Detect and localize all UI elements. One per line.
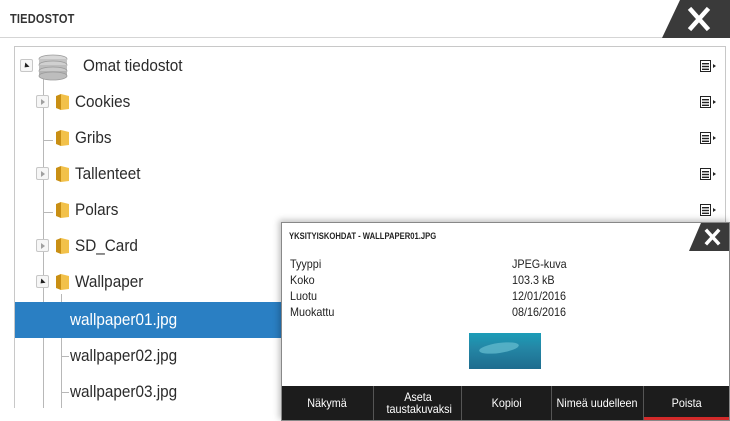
dialog-button-bar: Näkymä Aseta taustakuvaksi Kopioi Nimeä …: [282, 386, 729, 420]
expand-toggle[interactable]: [36, 167, 49, 180]
tree-item-root[interactable]: Omat tiedostot: [15, 48, 725, 84]
dialog-title: YKSITYISKOHDAT - WALLPAPER01.JPG: [289, 231, 437, 241]
folder-icon: [56, 94, 69, 110]
folder-icon: [56, 166, 69, 182]
button-label: Poista: [671, 396, 702, 410]
tree-item-label: Tallenteet: [75, 164, 141, 183]
folder-icon: [56, 238, 69, 254]
context-menu-icon[interactable]: [700, 60, 717, 72]
collapse-toggle[interactable]: [20, 59, 33, 72]
title-bar: TIEDOSTOT: [0, 0, 730, 38]
tree-item-cookies[interactable]: Cookies: [15, 84, 725, 120]
detail-row: Tyyppi JPEG-kuva: [290, 257, 720, 273]
delete-button[interactable]: Poista: [644, 386, 729, 420]
detail-row: Muokattu 08/16/2016: [290, 305, 720, 321]
tree-item-label: Cookies: [75, 92, 131, 111]
image-thumbnail: [469, 333, 541, 369]
tree-item-label: wallpaper01.jpg: [70, 310, 178, 329]
detail-row: Koko 103.3 kB: [290, 273, 720, 289]
detail-key: Koko: [290, 273, 315, 287]
button-label: Aseta taustakuvaksi: [386, 390, 452, 416]
tree-item-label: Wallpaper: [75, 272, 144, 291]
detail-value: 103.3 kB: [512, 273, 555, 287]
set-wallpaper-button[interactable]: Aseta taustakuvaksi: [374, 386, 462, 420]
detail-row: Luotu 12/01/2016: [290, 289, 720, 305]
folder-icon: [56, 130, 69, 146]
tree-item-label: wallpaper03.jpg: [70, 382, 178, 401]
detail-value: 08/16/2016: [512, 305, 567, 319]
collapse-toggle[interactable]: [36, 275, 49, 288]
detail-value: 12/01/2016: [512, 289, 567, 303]
rename-button[interactable]: Nimeä uudelleen: [552, 386, 644, 420]
context-menu-icon[interactable]: [700, 204, 717, 216]
tree-item-gribs[interactable]: Gribs: [15, 120, 725, 156]
tree-item-label: wallpaper02.jpg: [70, 346, 178, 365]
button-label: Kopioi: [491, 396, 522, 410]
detail-key: Muokattu: [290, 305, 335, 319]
folder-icon: [56, 274, 69, 290]
tree-item-label: Gribs: [75, 128, 112, 147]
drive-stack-icon: [38, 54, 68, 81]
context-menu-icon[interactable]: [700, 168, 717, 180]
tree-item-label: Omat tiedostot: [83, 56, 183, 75]
details-dialog: YKSITYISKOHDAT - WALLPAPER01.JPG Tyyppi …: [281, 222, 730, 421]
button-label: Näkymä: [307, 396, 348, 410]
close-icon: [662, 0, 730, 38]
detail-value: JPEG-kuva: [512, 257, 567, 271]
folder-icon: [56, 202, 69, 218]
dialog-close-button[interactable]: [689, 223, 729, 251]
detail-key: Luotu: [290, 289, 318, 303]
expand-toggle[interactable]: [36, 239, 49, 252]
tree-item-label: SD_Card: [75, 236, 138, 255]
expand-toggle[interactable]: [36, 95, 49, 108]
thumbnail-detail: [478, 340, 520, 356]
button-label: Nimeä uudelleen: [556, 396, 639, 410]
tree-item-tallenteet[interactable]: Tallenteet: [15, 156, 725, 192]
close-icon: [689, 223, 729, 251]
view-button[interactable]: Näkymä: [282, 386, 374, 420]
tree-item-label: Polars: [75, 200, 119, 219]
context-menu-icon[interactable]: [700, 132, 717, 144]
window-title: TIEDOSTOT: [10, 11, 75, 26]
context-menu-icon[interactable]: [700, 96, 717, 108]
close-button[interactable]: [662, 0, 730, 38]
copy-button[interactable]: Kopioi: [462, 386, 552, 420]
detail-key: Tyyppi: [290, 257, 322, 271]
file-details: Tyyppi JPEG-kuva Koko 103.3 kB Luotu 12/…: [290, 257, 720, 321]
